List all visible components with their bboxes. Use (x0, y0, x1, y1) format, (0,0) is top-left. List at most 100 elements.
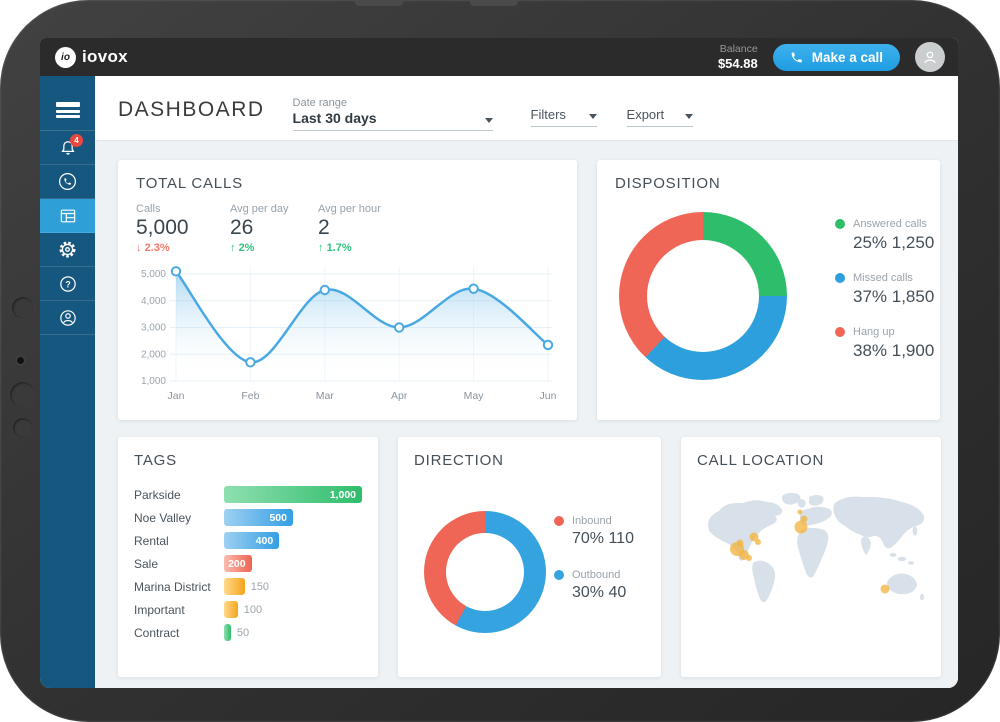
direction-donut-chart (424, 511, 546, 633)
svg-text:4,000: 4,000 (141, 296, 166, 307)
stat-delta: ↑ 1.7% (318, 242, 412, 254)
stat-delta: ↓ 2.3% (136, 242, 230, 254)
tag-row: Important100 (134, 598, 362, 621)
tag-row: Parkside1,000 (134, 483, 362, 506)
sidebar-item-calls[interactable] (40, 165, 95, 199)
stat-label: Avg per day (230, 203, 318, 215)
make-a-call-button[interactable]: Make a call (773, 44, 900, 71)
legend-item: Answered calls25% 1,250 (835, 218, 934, 253)
tag-value: 100 (244, 604, 262, 616)
make-a-call-label: Make a call (812, 50, 883, 65)
export-control[interactable]: Export (627, 107, 693, 127)
call-location-dot (798, 510, 803, 515)
menu-toggle-button[interactable] (40, 76, 95, 131)
call-location-dot (795, 521, 808, 534)
direction-legend: Inbound 70% 110 Outbound30% 40 (554, 515, 634, 602)
stat-value: 2 (318, 216, 412, 240)
legend-value: 70% 110 (572, 530, 634, 548)
sidebar-item-dashboard[interactable] (40, 199, 95, 233)
svg-text:5,000: 5,000 (141, 269, 166, 280)
tag-bar (224, 601, 238, 618)
iovox-logo-text: iovox (82, 47, 128, 67)
total-calls-line-chart: 1,0002,0003,0004,0005,000JanFebMarAprMay… (136, 258, 560, 406)
call-location-dot (755, 539, 761, 545)
legend-dot-icon (554, 570, 564, 580)
tag-label: Contract (134, 626, 224, 640)
sidebar-item-notifications[interactable]: 4 (40, 131, 95, 165)
dashboard-layout-icon (58, 206, 78, 226)
world-map (697, 485, 925, 620)
tag-row: Contract50 (134, 621, 362, 644)
page-title: DASHBOARD (118, 98, 265, 122)
chevron-down-icon (589, 114, 597, 119)
legend-value: 25% 1,250 (853, 233, 934, 253)
legend-value: 38% 1,900 (853, 341, 934, 361)
disposition-title: DISPOSITION (615, 175, 922, 192)
legend-label: Hang up (853, 326, 895, 338)
filters-label: Filters (531, 107, 566, 122)
stat-calls: Calls 5,000 ↓ 2.3% (136, 203, 230, 254)
tag-row: Marina District150 (134, 575, 362, 598)
sidebar-item-profile[interactable] (40, 301, 95, 335)
stat-delta: ↑ 2% (230, 242, 318, 254)
legend-label: Outbound (572, 569, 620, 581)
avatar[interactable] (915, 42, 945, 72)
total-calls-card: TOTAL CALLS Calls 5,000 ↓ 2.3% Avg per d… (118, 160, 577, 420)
tag-bar (224, 624, 231, 641)
stat-label: Calls (136, 203, 230, 215)
tag-bar: 200 (224, 555, 252, 572)
tablet-frame: io iovox Balance $54.88 Make a call (0, 0, 1000, 722)
svg-text:Jun: Jun (540, 390, 557, 402)
legend-dot-icon (554, 516, 564, 526)
legend-label: Missed calls (853, 272, 913, 284)
date-range-control[interactable]: Date range Last 30 days (293, 97, 531, 131)
balance-label: Balance (718, 43, 758, 56)
legend-dot-icon (835, 327, 845, 337)
tag-row: Rental400 (134, 529, 362, 552)
help-icon: ? (58, 274, 78, 294)
tablet-camera (17, 357, 24, 364)
tag-bar: 500 (224, 509, 293, 526)
phone-circle-icon (57, 171, 78, 192)
tag-label: Noe Valley (134, 511, 224, 525)
stat-avg-per-day: Avg per day 26 ↑ 2% (230, 203, 318, 254)
sidebar: 4 ? (40, 76, 95, 688)
tag-row: Noe Valley500 (134, 506, 362, 529)
stat-value: 26 (230, 216, 318, 240)
page-header: DASHBOARD Date range Last 30 days Filter… (95, 76, 958, 141)
tag-row: Sale200 (134, 552, 362, 575)
direction-card: DIRECTION Inbound 70% 110 Outbound30% 40 (398, 437, 661, 677)
chevron-down-icon (685, 114, 693, 119)
tag-value: 150 (251, 581, 269, 593)
legend-item: Missed calls 37% 1,850 (835, 272, 934, 307)
disposition-donut-chart (619, 212, 787, 380)
profile-icon (58, 308, 78, 328)
tags-title: TAGS (134, 452, 362, 469)
gear-icon (57, 239, 78, 260)
stat-value: 5,000 (136, 216, 230, 240)
tag-bar: 400 (224, 532, 279, 549)
iovox-logo: io iovox (55, 47, 128, 68)
svg-text:Apr: Apr (391, 390, 408, 402)
svg-text:?: ? (65, 279, 70, 289)
tag-bar (224, 578, 245, 595)
tablet-side-button (10, 382, 36, 408)
tags-card: TAGS Parkside1,000Noe Valley500Rental400… (118, 437, 378, 677)
tablet-top-button (470, 0, 518, 6)
iovox-logo-icon: io (55, 47, 76, 68)
direction-title: DIRECTION (414, 452, 645, 469)
legend-label: Inbound (572, 515, 612, 527)
svg-text:3,000: 3,000 (141, 323, 166, 334)
sidebar-item-help[interactable]: ? (40, 267, 95, 301)
legend-item: Outbound30% 40 (554, 569, 634, 602)
filters-control[interactable]: Filters (531, 107, 597, 127)
disposition-legend: Answered calls25% 1,250 Missed calls 37% 1… (835, 218, 934, 361)
legend-item: Hang up 38% 1,900 (835, 326, 934, 361)
legend-value: 37% 1,850 (853, 287, 934, 307)
svg-text:Feb: Feb (241, 390, 259, 402)
tablet-side-button (12, 297, 34, 319)
tag-label: Sale (134, 557, 224, 571)
svg-text:Mar: Mar (316, 390, 335, 402)
sidebar-item-settings[interactable] (40, 233, 95, 267)
legend-item: Inbound 70% 110 (554, 515, 634, 548)
